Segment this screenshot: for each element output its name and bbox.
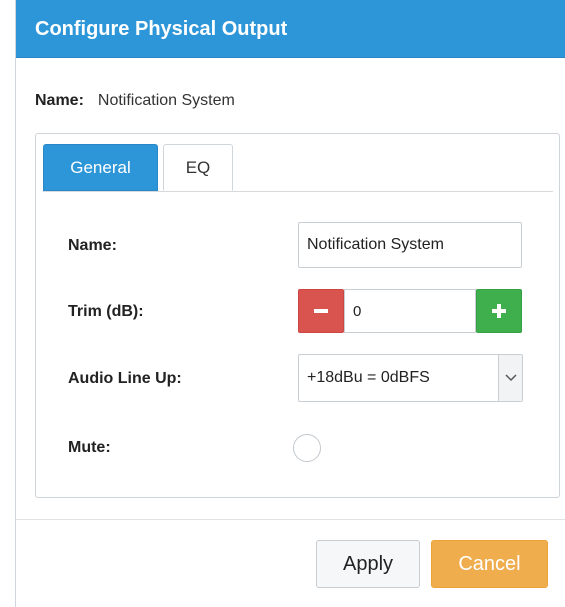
output-name-row: Name: Notification System <box>35 92 235 110</box>
tab-bar: General EQ <box>43 144 553 192</box>
dropdown-toggle[interactable] <box>498 355 522 401</box>
lineup-field-label: Audio Line Up: <box>68 370 182 387</box>
name-field-label: Name: <box>68 237 117 254</box>
audio-lineup-value: +18dBu = 0dBFS <box>307 369 430 386</box>
mute-field-label: Mute: <box>68 439 111 456</box>
trim-increase-button[interactable] <box>476 289 522 333</box>
output-name-label: Name: <box>35 92 84 109</box>
mute-toggle[interactable] <box>293 434 321 462</box>
minus-icon <box>314 309 328 313</box>
name-input[interactable] <box>298 222 522 268</box>
plus-icon <box>492 304 506 318</box>
tab-eq[interactable]: EQ <box>163 144 233 191</box>
settings-panel: General EQ Name: Trim (dB): Audio Line U… <box>35 133 560 498</box>
dialog-title: Configure Physical Output <box>35 18 288 40</box>
trim-input[interactable] <box>344 289 476 333</box>
audio-lineup-select[interactable]: +18dBu = 0dBFS <box>298 354 523 402</box>
dialog-header: Configure Physical Output <box>16 0 565 58</box>
output-name-value: Notification System <box>97 92 235 109</box>
tab-general[interactable]: General <box>43 144 158 191</box>
chevron-down-icon <box>504 374 517 382</box>
configure-output-dialog: Configure Physical Output Name: Notificat… <box>15 0 565 607</box>
footer-divider <box>16 519 565 520</box>
apply-button[interactable]: Apply <box>316 540 420 588</box>
cancel-button[interactable]: Cancel <box>431 540 548 588</box>
trim-field-label: Trim (dB): <box>68 303 144 320</box>
trim-decrease-button[interactable] <box>298 289 344 333</box>
